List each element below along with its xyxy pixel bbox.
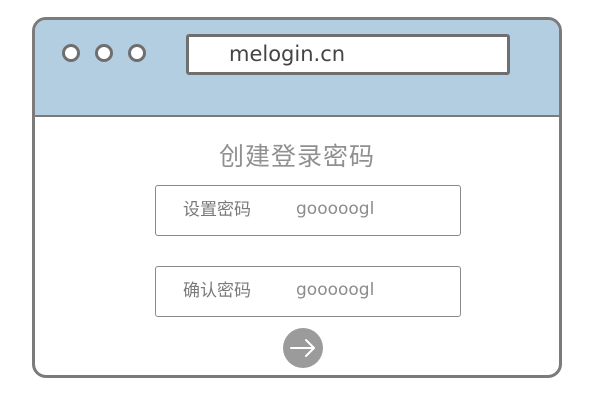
address-bar[interactable]: melogin.cn	[186, 34, 510, 75]
address-text: melogin.cn	[229, 42, 346, 66]
submit-button[interactable]	[283, 328, 323, 368]
browser-toolbar: melogin.cn	[35, 20, 559, 117]
set-password-label: 设置密码	[183, 200, 251, 220]
confirm-password-label: 确认密码	[183, 281, 251, 301]
set-password-field[interactable]: 设置密码 gooooogl	[155, 185, 461, 236]
arrow-right-icon	[290, 339, 315, 357]
page-title: 创建登录密码	[218, 142, 375, 171]
confirm-password-field[interactable]: 确认密码 gooooogl	[155, 266, 461, 317]
window-control-dot[interactable]	[128, 44, 146, 62]
browser-window: melogin.cn 创建登录密码 设置密码 gooooogl 确认密码 goo…	[32, 17, 562, 378]
window-control-dot[interactable]	[95, 44, 113, 62]
set-password-value[interactable]: gooooogl	[296, 186, 374, 232]
window-control-dot[interactable]	[62, 44, 80, 62]
confirm-password-value[interactable]: gooooogl	[296, 267, 374, 313]
